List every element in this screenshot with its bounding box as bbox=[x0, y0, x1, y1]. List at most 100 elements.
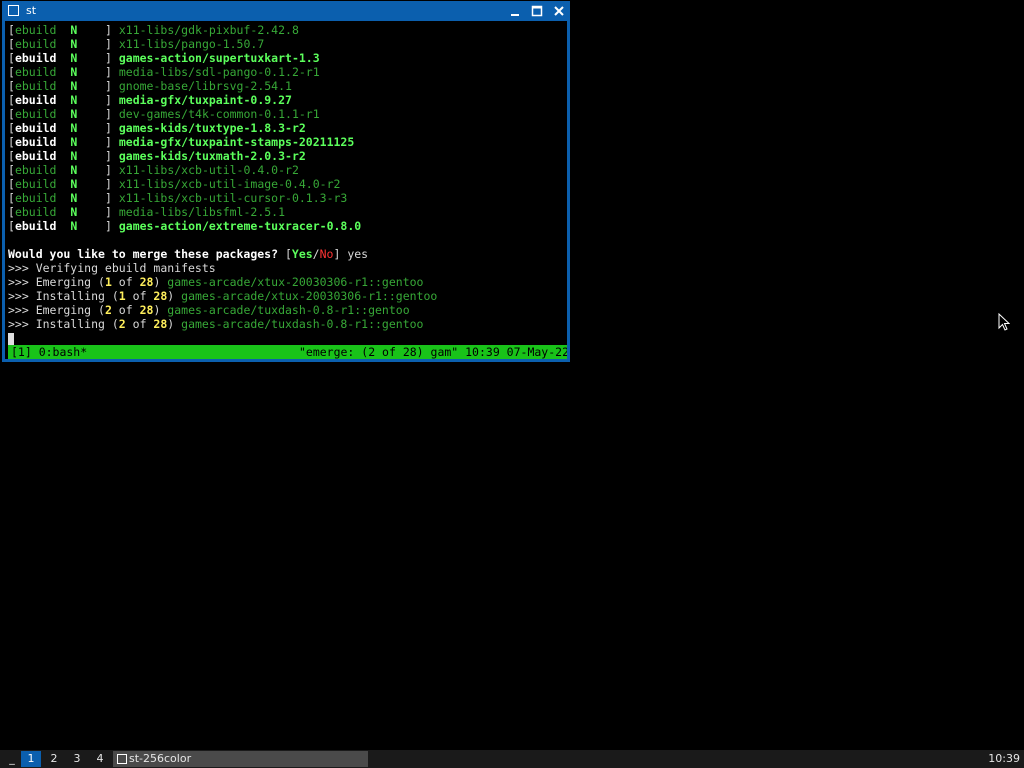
prompt-yes: Yes bbox=[291, 247, 313, 261]
terminal-text: ] bbox=[104, 51, 112, 65]
terminal-text: ) bbox=[167, 289, 182, 303]
maximize-icon[interactable] bbox=[529, 3, 545, 19]
package-name: media-gfx/tuxpaint-stamps-20211125 bbox=[118, 135, 355, 149]
progress-total: 28 bbox=[139, 303, 154, 317]
terminal-text: ] bbox=[104, 79, 112, 93]
ebuild-tag: ebuild bbox=[14, 219, 57, 233]
package-name: media-libs/libsfml-2.5.1 bbox=[118, 205, 286, 219]
terminal-text: of bbox=[111, 275, 140, 289]
progress-total: 28 bbox=[153, 317, 168, 331]
taskbar-item-st[interactable]: st-256color bbox=[113, 751, 368, 767]
package-name: games-kids/tuxtype-1.8.3-r2 bbox=[118, 121, 306, 135]
package-name: x11-libs/xcb-util-image-0.4.0-r2 bbox=[118, 177, 341, 191]
merge-question: Would you like to merge these packages? bbox=[8, 247, 279, 261]
terminal-area[interactable]: [ebuild N ] x11-libs/gdk-pixbuf-2.42.8 [e… bbox=[5, 21, 567, 359]
terminal-text: [ bbox=[8, 205, 15, 219]
ebuild-tag: ebuild bbox=[14, 79, 57, 93]
terminal-text: ] bbox=[104, 107, 112, 121]
ebuild-tag: ebuild bbox=[14, 93, 57, 107]
terminal-text: [ bbox=[8, 135, 15, 149]
progress-line: >>> Emerging (2 of 28) games-arcade/tuxd… bbox=[8, 303, 437, 317]
progress-line: >>> Installing (1 of 28) games-arcade/xt… bbox=[8, 289, 437, 303]
package-name: media-gfx/tuxpaint-0.9.27 bbox=[118, 93, 292, 107]
terminal-text: [ bbox=[8, 79, 15, 93]
ebuild-line: [ebuild N ] x11-libs/xcb-util-0.4.0-r2 bbox=[8, 163, 437, 177]
package-name: games-action/supertuxkart-1.3 bbox=[118, 51, 320, 65]
ebuild-line: [ebuild N ] games-kids/tuxmath-2.0.3-r2 bbox=[8, 149, 437, 163]
terminal-text: ] bbox=[104, 65, 112, 79]
terminal-text: >>> Verifying ebuild manifests bbox=[8, 261, 216, 275]
terminal-text: ] bbox=[333, 247, 348, 261]
package-name: dev-games/t4k-common-0.1.1-r1 bbox=[118, 107, 320, 121]
terminal-text: [ bbox=[8, 191, 15, 205]
ebuild-tag: ebuild bbox=[14, 149, 57, 163]
window-icon bbox=[8, 5, 19, 16]
terminal-text: ] bbox=[104, 93, 112, 107]
workspace-2-button[interactable]: 2 bbox=[44, 751, 64, 767]
ebuild-line: [ebuild N ] games-action/extreme-tuxrace… bbox=[8, 219, 437, 233]
terminal-text: [ bbox=[8, 93, 15, 107]
tmux-status-bar: [1] 0:bash* "emerge: (2 of 28) gam" 10:3… bbox=[8, 345, 567, 359]
progress-line: >>> Emerging (1 of 28) games-arcade/xtux… bbox=[8, 275, 437, 289]
terminal-text: ) bbox=[167, 317, 182, 331]
terminal-text: [ bbox=[8, 37, 15, 51]
terminal-text: ] bbox=[104, 23, 112, 37]
terminal-text: ) bbox=[153, 303, 168, 317]
close-icon[interactable] bbox=[551, 3, 567, 19]
package-name: games-arcade/xtux-20030306-r1::gentoo bbox=[181, 289, 438, 303]
window-icon bbox=[117, 754, 127, 764]
ebuild-line: [ebuild N ] x11-libs/xcb-util-cursor-0.1… bbox=[8, 191, 437, 205]
workspace-4-button[interactable]: 4 bbox=[90, 751, 110, 767]
ebuild-line: [ebuild N ] gnome-base/librsvg-2.54.1 bbox=[8, 79, 437, 93]
terminal-text: ] bbox=[104, 177, 112, 191]
workspace-3-button[interactable]: 3 bbox=[67, 751, 87, 767]
ebuild-line: [ebuild N ] x11-libs/gdk-pixbuf-2.42.8 bbox=[8, 23, 437, 37]
terminal-text: ) bbox=[153, 275, 168, 289]
ebuild-tag: ebuild bbox=[14, 23, 57, 37]
ebuild-tag: ebuild bbox=[14, 51, 57, 65]
window-title: st bbox=[26, 4, 37, 17]
panel-menu-button[interactable]: _ bbox=[6, 750, 18, 768]
taskbar-item-label: st-256color bbox=[129, 752, 192, 765]
package-name: x11-libs/xcb-util-0.4.0-r2 bbox=[118, 163, 299, 177]
mouse-pointer-icon bbox=[998, 313, 1010, 331]
package-name: media-libs/sdl-pango-0.1.2-r1 bbox=[118, 65, 320, 79]
progress-current: 2 bbox=[118, 317, 126, 331]
package-name: x11-libs/gdk-pixbuf-2.42.8 bbox=[118, 23, 299, 37]
ebuild-tag: ebuild bbox=[14, 177, 57, 191]
ebuild-tag: ebuild bbox=[14, 121, 57, 135]
window-titlebar[interactable]: st bbox=[2, 1, 570, 21]
minimize-icon[interactable] bbox=[507, 3, 523, 19]
package-name: games-arcade/xtux-20030306-r1::gentoo bbox=[167, 275, 424, 289]
verify-line: >>> Verifying ebuild manifests bbox=[8, 261, 437, 275]
progress-total: 28 bbox=[153, 289, 168, 303]
workspace-1-button[interactable]: 1 bbox=[21, 751, 41, 767]
ebuild-tag: ebuild bbox=[14, 65, 57, 79]
st-terminal-window[interactable]: st [ebuild N ] x11-libs/gdk-pixbuf-2.42.… bbox=[2, 1, 570, 362]
terminal-text: [ bbox=[8, 177, 15, 191]
